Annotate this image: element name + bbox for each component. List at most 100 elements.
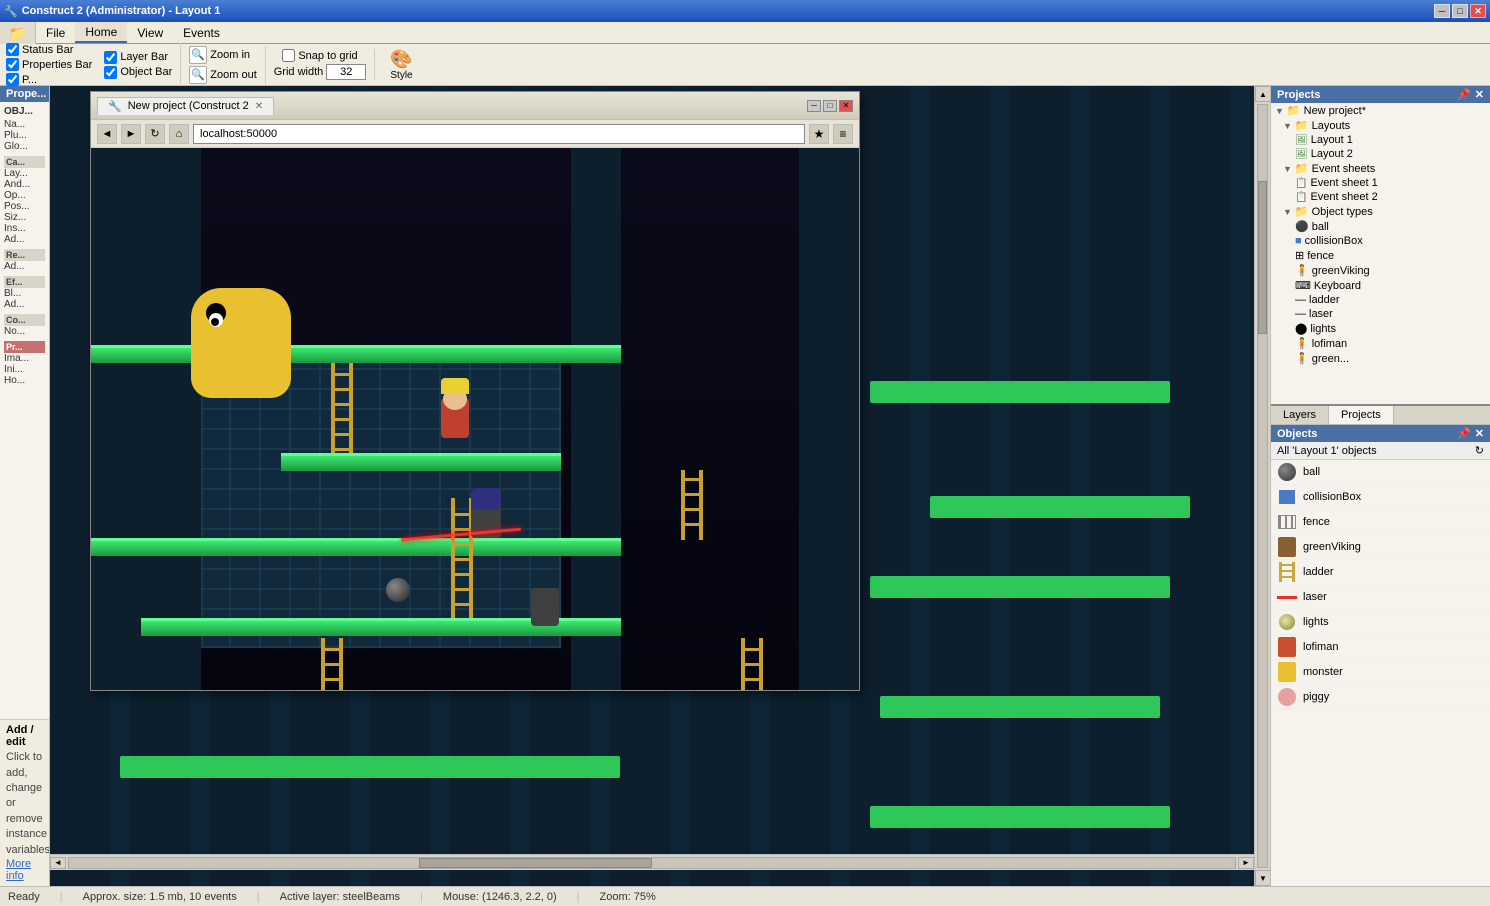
- object-types-folder[interactable]: ▼ 📁 Object types: [1271, 204, 1490, 219]
- obj-ladder[interactable]: — ladder: [1271, 293, 1490, 307]
- objects-close-icon[interactable]: ✕: [1475, 427, 1484, 440]
- properties-bar-checkbox[interactable]: [6, 58, 19, 71]
- layouts-folder[interactable]: ▼ 📁 Layouts: [1271, 118, 1490, 133]
- event-sheet2-label: Event sheet 2: [1310, 191, 1377, 203]
- obj-laser[interactable]: — laser: [1271, 307, 1490, 321]
- objects-panel: Objects 📌 ✕ All 'Layout 1' objects ↻ bal…: [1271, 425, 1490, 886]
- event-sheets-folder[interactable]: ▼ 📁 Event sheets: [1271, 161, 1490, 176]
- obj-name-ball: ball: [1303, 466, 1320, 478]
- event-sheet1-item[interactable]: 📋 Event sheet 1: [1271, 176, 1490, 190]
- browser-bookmark-button[interactable]: ★: [809, 124, 829, 144]
- objects-subtitle: All 'Layout 1' objects: [1277, 445, 1377, 457]
- snap-to-grid-checkbox[interactable]: [282, 49, 295, 62]
- browser-url-input[interactable]: [193, 124, 805, 144]
- expand-icon-root: ▼: [1275, 106, 1284, 116]
- layout2-label: Layout 2: [1311, 148, 1353, 160]
- scroll-down-button[interactable]: ▼: [1255, 870, 1270, 886]
- obj-label-laser: laser: [1309, 308, 1333, 320]
- project-root[interactable]: ▼ 📁 New project*: [1271, 103, 1490, 118]
- obj-row-fence[interactable]: fence: [1271, 510, 1490, 535]
- obj-greenviking[interactable]: 🧍 greenViking: [1271, 263, 1490, 278]
- browser-close-button[interactable]: ✕: [839, 100, 853, 112]
- status-bar-checkbox[interactable]: [6, 43, 19, 56]
- browser-max-button[interactable]: □: [823, 100, 837, 112]
- menu-events[interactable]: View: [127, 22, 173, 43]
- obj-row-ladder[interactable]: ladder: [1271, 560, 1490, 585]
- pr-section: Pr...: [4, 341, 45, 353]
- expand-icon-events: ▼: [1283, 164, 1292, 174]
- layout2-item[interactable]: 🖼 Layout 2: [1271, 147, 1490, 161]
- scroll-thumb-vertical[interactable]: [1258, 181, 1267, 333]
- properties-bar-label: Properties Bar: [22, 59, 92, 71]
- menu-view[interactable]: Home: [75, 22, 127, 43]
- horizontal-scrollbar[interactable]: ◄ ►: [50, 854, 1254, 870]
- minimize-button[interactable]: ─: [1434, 4, 1450, 18]
- grid-width-input[interactable]: [326, 64, 366, 80]
- obj-keyboard[interactable]: ⌨ Keyboard: [1271, 278, 1490, 293]
- browser-min-button[interactable]: ─: [807, 100, 821, 112]
- obj-lights[interactable]: ⬤ lights: [1271, 321, 1490, 336]
- tab-projects[interactable]: Projects: [1329, 406, 1394, 424]
- scroll-thumb-horizontal[interactable]: [419, 858, 652, 868]
- scroll-left-button[interactable]: ◄: [50, 857, 66, 869]
- ima-row: Ima...: [4, 353, 45, 364]
- obj-lofiman[interactable]: 🧍 lofiman: [1271, 336, 1490, 351]
- name-row: Na...: [4, 119, 45, 130]
- scroll-right-button[interactable]: ►: [1238, 857, 1254, 869]
- zoom-in-icon: 🔍: [189, 46, 207, 64]
- status-sep1: |: [60, 891, 63, 903]
- object-bar-checkbox[interactable]: [104, 66, 117, 79]
- obj-row-ball[interactable]: ball: [1271, 460, 1490, 485]
- obj-ball[interactable]: ⚫ ball: [1271, 219, 1490, 234]
- obj-row-monster[interactable]: monster: [1271, 660, 1490, 685]
- zoom-in-row[interactable]: 🔍 Zoom in: [189, 46, 256, 64]
- obj-row-laser[interactable]: laser: [1271, 585, 1490, 610]
- vertical-scrollbar[interactable]: ▲ ▼: [1254, 86, 1270, 886]
- folder-icon-root: 📁: [1287, 104, 1301, 117]
- objects-refresh-icon[interactable]: ↻: [1475, 444, 1484, 457]
- obj-collisionbox[interactable]: ■ collisionBox: [1271, 234, 1490, 248]
- obj-row-piggy[interactable]: piggy: [1271, 685, 1490, 710]
- scroll-up-button[interactable]: ▲: [1255, 86, 1270, 102]
- app-icon: 🔧: [4, 5, 18, 18]
- projects-close-icon[interactable]: ✕: [1475, 88, 1484, 101]
- tab-layers[interactable]: Layers: [1271, 406, 1329, 424]
- obj-fence[interactable]: ⊞ fence: [1271, 248, 1490, 263]
- browser-fwd-button[interactable]: ►: [121, 124, 141, 144]
- style-icon: 🎨: [390, 49, 412, 70]
- obj-row-lofiman[interactable]: lofiman: [1271, 635, 1490, 660]
- objects-pin-icon[interactable]: 📌: [1457, 427, 1471, 440]
- file-menu-icon[interactable]: 📁: [9, 25, 26, 42]
- object-bar-checkbox-row: Object Bar: [104, 66, 172, 79]
- no-row: No...: [4, 326, 45, 337]
- more-info-link[interactable]: More info: [6, 858, 31, 882]
- p3-checkbox[interactable]: [6, 73, 19, 86]
- zoom-out-row[interactable]: 🔍 Zoom out: [189, 66, 256, 84]
- browser-tab-close[interactable]: ✕: [255, 101, 263, 112]
- expand-icon-layouts: ▼: [1283, 121, 1292, 131]
- layer-bar-checkbox[interactable]: [104, 51, 117, 64]
- menu-extra[interactable]: Events: [173, 22, 230, 43]
- browser-menu-button[interactable]: ≡: [833, 124, 853, 144]
- event-sheet2-item[interactable]: 📋 Event sheet 2: [1271, 190, 1490, 204]
- ade2-row: Ad...: [4, 299, 45, 310]
- obj-green[interactable]: 🧍 green...: [1271, 351, 1490, 366]
- projects-pin-icon[interactable]: 📌: [1457, 88, 1471, 101]
- folder-icon-objects: 📁: [1295, 205, 1309, 218]
- browser-home-button[interactable]: ⌂: [169, 124, 189, 144]
- close-button[interactable]: ✕: [1470, 4, 1486, 18]
- status-approx: Approx. size: 1.5 mb, 10 events: [83, 891, 237, 903]
- browser-refresh-button[interactable]: ↻: [145, 124, 165, 144]
- layout1-item[interactable]: 🖼 Layout 1: [1271, 133, 1490, 147]
- maximize-button[interactable]: □: [1452, 4, 1468, 18]
- obj-row-lights[interactable]: lights: [1271, 610, 1490, 635]
- browser-back-button[interactable]: ◄: [97, 124, 117, 144]
- style-button[interactable]: 🎨 Style: [383, 46, 419, 84]
- obj-row-greenviking[interactable]: greenViking: [1271, 535, 1490, 560]
- obj-row-collisionbox[interactable]: collisionBox: [1271, 485, 1490, 510]
- browser-tab[interactable]: 🔧 New project (Construct 2 ✕: [97, 97, 274, 115]
- layer-bar-checkbox-row: Layer Bar: [104, 51, 172, 64]
- event-sheets-label: Event sheets: [1312, 163, 1376, 175]
- menu-home[interactable]: File: [36, 22, 75, 43]
- projects-header-icons: 📌 ✕: [1457, 88, 1484, 101]
